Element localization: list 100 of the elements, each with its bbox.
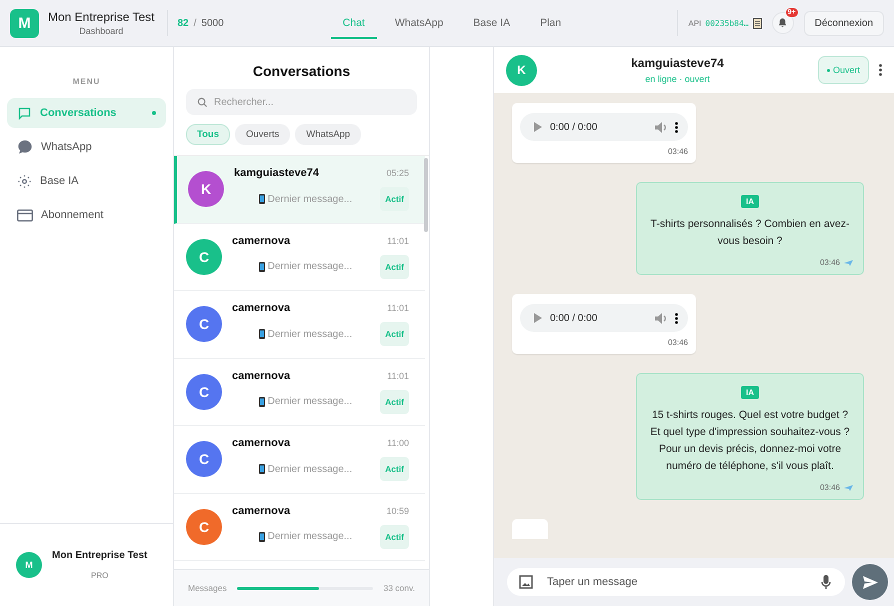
conversations-title: Conversations [252, 63, 352, 79]
message-time: 03:46 [820, 483, 853, 492]
status-badge: Actif [380, 457, 409, 482]
status-badge: Actif [380, 390, 409, 414]
page-subtitle: Dashboard [79, 26, 124, 36]
phone-icon [258, 532, 265, 542]
message-preview: Dernier message... [258, 396, 352, 408]
contact-name: camernova [232, 234, 290, 247]
sidebar-item[interactable]: WhatsApp [7, 132, 166, 162]
account-avatar: M [16, 552, 42, 578]
microphone-icon[interactable] [821, 574, 831, 590]
phone-icon [258, 194, 265, 204]
contact-name: kamguiasteve74 [631, 56, 724, 70]
account-name: Mon Entreprise Test [52, 550, 148, 561]
ai-tag: IA [741, 386, 759, 399]
api-key: 00235b84… [705, 18, 749, 28]
status-badge: Actif [380, 187, 409, 212]
status-badge: Actif [380, 524, 409, 549]
contact-avatar: C [186, 441, 222, 478]
plan-label: PRO [91, 571, 108, 580]
phone-icon [258, 396, 265, 407]
contact-name: kamguiasteve74 [234, 167, 319, 180]
search-field[interactable]: Rechercher... [186, 89, 417, 115]
nav-tab[interactable]: WhatsApp [382, 7, 456, 39]
phone-icon [258, 329, 265, 340]
phone-icon [258, 464, 265, 474]
message-preview: Dernier message... [258, 194, 352, 205]
conversation-time: 11:01 [387, 370, 409, 381]
conversation-item[interactable]: K kamguiasteve74 05:25 Dernier message... Actif [174, 156, 425, 224]
audio-time: 0:00 / 0:00 [550, 122, 598, 132]
conversation-item[interactable]: C camernova 11:01 Dernier message... Actif [174, 224, 425, 291]
message-time: 03:46 [820, 258, 853, 267]
contact-avatar: K [188, 171, 224, 208]
audio-time: 0:00 / 0:00 [550, 312, 598, 324]
audio-player[interactable]: 0:00 / 0:00 [520, 304, 688, 332]
conversation-item[interactable]: C camernova 10:59 Dernier message... Actif [174, 494, 425, 561]
search-icon [197, 97, 208, 108]
speech-bubble-icon [17, 139, 33, 155]
status-badge: Actif [380, 322, 409, 346]
company-name: Mon Entreprise Test [48, 10, 154, 24]
play-icon[interactable] [534, 122, 542, 132]
filter-chip[interactable]: WhatsApp [295, 124, 362, 145]
send-button[interactable] [852, 564, 888, 600]
contact-avatar: C [186, 238, 222, 275]
contact-name: camernova [232, 302, 290, 314]
usage-count: 82 [178, 18, 189, 28]
conversation-time: 11:00 [387, 438, 409, 448]
contact-status: en ligne · ouvert [645, 74, 710, 84]
menu-heading: MENU [72, 77, 102, 86]
conversation-time: 11:01 [387, 236, 409, 246]
conversation-time: 11:01 [387, 303, 409, 314]
usage-separator: / [194, 18, 196, 28]
sent-icon [844, 484, 853, 490]
nav-tab[interactable]: Base IA [461, 7, 522, 39]
play-icon[interactable] [534, 313, 542, 323]
logout-button[interactable]: Déconnexion [804, 10, 884, 36]
api-label: API [688, 18, 702, 28]
nav-tab[interactable]: Plan [528, 7, 574, 39]
contact-avatar: K [506, 54, 537, 86]
status-badge: Actif [380, 254, 409, 279]
contact-name: camernova [232, 504, 290, 517]
conversation-time: 10:59 [386, 506, 409, 516]
filter-chip[interactable]: Ouverts [235, 124, 290, 145]
message-time: 03:46 [668, 338, 688, 347]
message-time: 03:46 [668, 147, 688, 156]
message-preview: Dernier message... [258, 464, 352, 475]
contact-avatar: C [186, 306, 222, 342]
conversation-item[interactable]: C camernova 11:01 Dernier message... Actif [174, 358, 425, 426]
message-text: T-shirts personnalisés ? Combien en avez-vous besoin ? [649, 217, 850, 249]
contact-avatar: C [186, 374, 222, 410]
phone-icon [258, 262, 265, 272]
message-preview: Dernier message... [258, 531, 352, 542]
image-icon[interactable] [519, 575, 533, 589]
more-icon[interactable] [675, 122, 678, 132]
more-icon [879, 64, 882, 76]
chat-icon [17, 106, 32, 120]
usage-limit: 5000 [201, 18, 224, 28]
messages-label: Messages [188, 583, 227, 593]
sidebar-item[interactable]: Abonnement [7, 200, 166, 230]
send-icon [862, 576, 878, 588]
sent-icon [844, 260, 853, 266]
audio-player[interactable]: 0:00 / 0:00 [520, 113, 688, 141]
clipboard-icon[interactable] [752, 18, 762, 28]
more-icon[interactable] [675, 312, 678, 324]
volume-icon[interactable] [655, 312, 667, 324]
card-icon [17, 208, 33, 222]
ai-tag: IA [741, 195, 759, 208]
conversation-time: 05:25 [386, 168, 409, 178]
sidebar-item[interactable]: Base IA [7, 166, 166, 196]
message-preview: Dernier message... [258, 328, 352, 340]
bell-icon [777, 17, 788, 29]
contact-name: camernova [232, 437, 290, 450]
logo: M [10, 8, 39, 38]
message-input[interactable]: Taper un message [507, 568, 845, 596]
volume-icon[interactable] [655, 122, 667, 132]
contact-avatar: C [186, 508, 222, 545]
message-preview: Dernier message... [258, 261, 352, 272]
dot-icon [826, 68, 830, 72]
active-dot [152, 111, 156, 115]
message-bubble [512, 519, 548, 539]
